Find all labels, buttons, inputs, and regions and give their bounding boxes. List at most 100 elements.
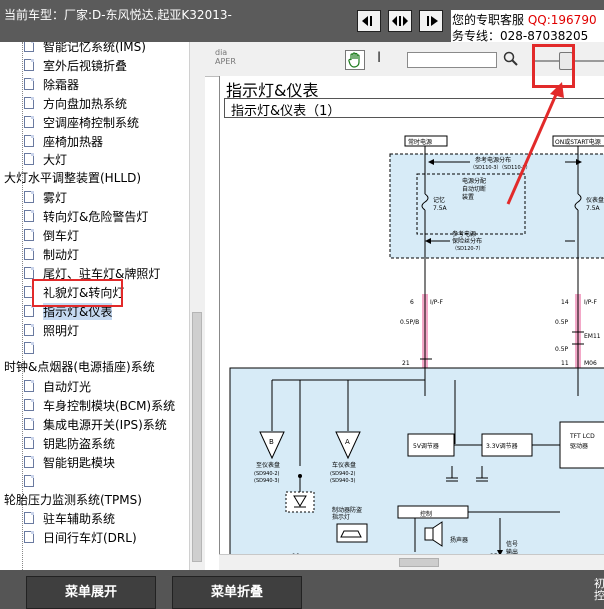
bottom-toolbar: 菜单展开 菜单折叠 初控 [0,570,604,609]
document-icon [24,324,34,336]
document-icon [24,153,34,165]
pin-left-bottom: 21 [402,360,410,367]
ref-dist-label: 参考电源 [452,230,476,238]
document-icon [24,380,34,392]
document-icon [24,342,34,354]
tree-item-label: 方向盘加热系统 [43,97,128,111]
tree-item-label: 钥匙防盗系统 [43,437,116,451]
title-bar: 当前车型：厂家:D-东风悦达.起亚K32013- 您的专职客服 QQ:19679… [0,0,604,42]
contact-prefix: 您的专职客服 [452,13,525,27]
nav-last-button[interactable] [419,10,443,32]
menu-collapse-button[interactable]: 菜单折叠 [172,576,302,609]
first-page-icon [362,16,372,26]
wire-left-label: 0.5P/B [400,319,419,326]
wire-right-label-2: 0.5P [555,346,569,353]
ref-dist-label-2: 保险丝分布 [452,237,482,245]
tree-item-label: 倒车灯 [43,229,80,243]
viewer-h-scrollbar[interactable] [219,554,604,570]
mid-sub-code-2: (SD940-3) [330,478,356,484]
tree-item-label: 除霜器 [43,78,80,92]
tree-folder[interactable]: 大灯水平调整装置(HLLD) [4,169,141,187]
fuse-left-name: 记忆 [433,196,445,204]
document-icon [24,191,34,203]
speaker-body [424,527,434,541]
document-icon [24,59,34,71]
document-icon [24,531,34,543]
tree-item-label: 雾灯 [43,191,68,205]
fit-page-icon [392,16,408,26]
document-icon [24,267,34,279]
document-icon [24,437,34,449]
last-page-icon [427,16,438,26]
car-icon-box [336,523,368,543]
document-icon [24,135,34,147]
cluster-area [229,367,604,560]
right-bottom-tag: M06 [584,360,597,367]
nav-first-button[interactable] [357,10,381,32]
reg-33v-label: 3.3V调节器 [486,442,518,450]
mid-sub-label: 车仪表盘 [332,461,356,469]
left-sub-code-2: (SD940-3) [254,478,280,484]
signal-label: 信号 [506,540,518,548]
document-icon [24,399,34,411]
mcu-box [397,505,469,519]
search-button[interactable] [503,51,519,71]
tree-item-label: 自动灯光 [43,380,92,394]
callout-arrow-line [506,89,560,205]
pin-right-wire: I/P-F [584,299,597,306]
document-icon [24,116,34,128]
tree-scrollbar-thumb[interactable] [192,312,202,562]
text-select-icon[interactable]: I [377,50,381,66]
tree-item-label: 座椅加热器 [43,135,104,149]
tree-folder[interactable]: 轮胎压力监测系统(TPMS) [4,491,142,509]
tree-item-label: 驻车辅助系统 [43,512,116,526]
document-icon [24,456,34,468]
brand-line-2: APER [215,57,236,66]
tree-item-label: 大灯 [43,153,68,167]
menu-expand-button[interactable]: 菜单展开 [26,576,156,609]
tree-item-label: 制动灯 [43,248,80,262]
brand-line-1: dia [215,48,228,57]
tree-item-label: 车身控制模块(BCM)系统 [43,399,176,413]
tree-item-label: 智能记忆系统(IMS) [43,42,146,54]
tft-label: TFT LCD [569,433,595,440]
circle-b-label: B [269,438,274,446]
ref-dist-code: （SD120-7） [452,246,484,252]
document-icon [24,229,34,241]
current-model-title: 当前车型：厂家:D-东风悦达.起亚K32013- [4,8,232,22]
tree-folder[interactable]: 时钟&点烟器(电源插座)系统 [4,358,155,376]
buzzer-label: 扬声器 [450,536,468,544]
pin-left: 6 [410,299,414,306]
ic-label-1: 电源分配 [462,177,486,185]
nav-fit-button[interactable] [388,10,412,32]
immo-label: 制动器防盗 [332,506,362,514]
search-icon [503,51,518,66]
document-icon [24,78,34,90]
document-icon [24,210,34,222]
tree-item-label: 智能钥匙模块 [43,456,116,470]
fuse-right-name: 仪表盘 [586,196,604,204]
callout-arrow-head [550,82,564,98]
viewer-h-scrollbar-thumb[interactable] [399,558,439,567]
tree-item-label: 空调座椅控制系统 [43,116,140,130]
circle-a-label: A [345,438,350,446]
hand-tool-button[interactable] [345,50,365,70]
pin-right-bottom: 11 [561,360,569,367]
viewer-brand: dia APER [215,48,236,66]
document-icon [24,475,34,487]
tree-item-label: 日间行车灯(DRL) [43,531,137,545]
pin-left-wire: I/P-F [430,299,443,306]
hand-icon [348,52,360,68]
document-icon [24,97,34,109]
document-icon [24,418,34,430]
callout-arrow [506,82,564,205]
search-input[interactable] [407,52,497,68]
ic-label-3: 装置 [462,193,474,201]
immo-label-2: 指示灯 [332,513,350,521]
ic-label-2: 自动切断 [462,185,486,193]
tree-scrollbar[interactable] [189,42,205,570]
side-caption: 初控 [594,578,604,602]
left-sub-code: (SD940-2) [254,471,280,477]
tree-item-label: 室外后视镜折叠 [43,59,128,73]
document-icon [24,248,34,260]
